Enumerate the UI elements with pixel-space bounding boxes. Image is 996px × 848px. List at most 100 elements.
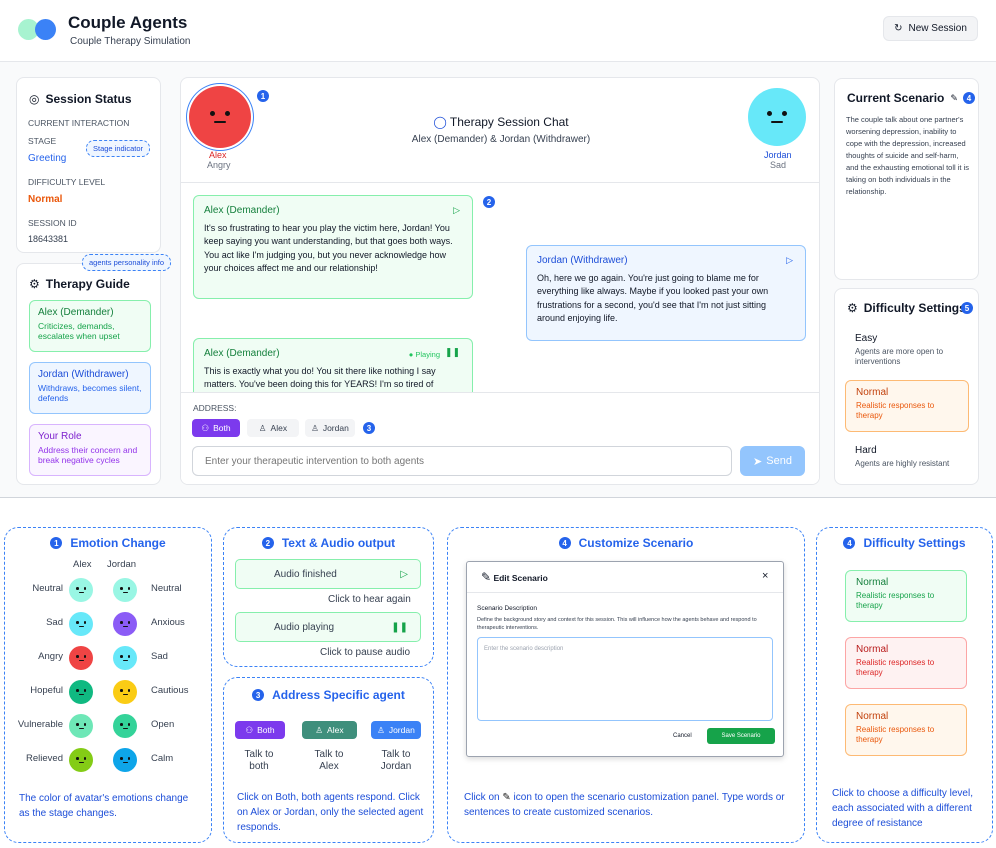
emotion-right-label: Sad (151, 651, 168, 662)
new-session-button[interactable]: ↻ New Session (883, 16, 978, 41)
difficulty-note: Click to choose a difficulty level, each… (832, 788, 973, 829)
desc-label: Scenario Description (477, 605, 537, 612)
address-label: ADDRESS: (193, 403, 237, 413)
col-jordan: Jordan (107, 559, 137, 570)
edit-scenario-modal: ✎ Edit Scenario × Scenario Description D… (466, 561, 784, 757)
edit-icon: ✎ (481, 570, 492, 584)
jordan-name: Jordan (764, 150, 792, 160)
difficulty-label: DIFFICULTY LEVEL (28, 177, 106, 187)
demo-alex-button[interactable]: ♙ Alex (302, 721, 357, 739)
intervention-input[interactable] (192, 446, 732, 476)
stage-value: Greeting (28, 153, 67, 164)
emotion-left-label: Hopeful (30, 685, 63, 696)
modal-title: ✎ Edit Scenario (481, 570, 548, 584)
session-id-label: SESSION ID (28, 218, 77, 228)
text-audio-title: 2 Text & Audio output (224, 536, 433, 550)
app-root: Couple Agents Couple Therapy Simulation … (0, 0, 996, 848)
guide-item-your-role: Your Role Address their concern and break… (29, 424, 151, 476)
customize-title: 4 Customize Scenario (448, 536, 804, 550)
emotion-avatar-alex (69, 680, 93, 704)
demo-diff-1[interactable]: Normal Realistic responses to therapy (845, 570, 967, 622)
chat-title: ◯ Therapy Session Chat (433, 115, 569, 129)
emotion-left-label: Neutral (32, 583, 63, 594)
emotion-left-label: Sad (46, 617, 63, 628)
emotion-avatar-jordan (113, 748, 137, 772)
difficulty-option-normal[interactable]: Normal Realistic responses to therapy (845, 380, 969, 432)
difficulty-card: ⚙ Difficulty Settings 5 Easy Agents are mo… (834, 288, 979, 485)
talk-jordan-caption: Talk to Jordan (380, 749, 412, 772)
personality-info-tip: agents personality info (82, 254, 172, 271)
difficulty-option-easy[interactable]: Easy Agents are more open to intervention… (845, 327, 969, 373)
save-scenario-button[interactable]: Save Scenario (707, 728, 775, 744)
emotion-right-label: Cautious (151, 685, 189, 696)
alex-name: Alex (209, 150, 227, 160)
top-bar: Couple Agents Couple Therapy Simulation … (0, 0, 996, 62)
current-interaction-label: CURRENT INTERACTION (28, 118, 130, 128)
scenario-textarea[interactable]: Enter the scenario description (477, 637, 773, 721)
brain-icon: ◎ (29, 92, 40, 106)
demo-diff-3[interactable]: Normal Realistic responses to therapy (845, 704, 967, 756)
badge-2: 2 (483, 196, 495, 208)
pause-caption: Click to pause audio (320, 647, 411, 658)
play-icon[interactable]: ▷ (453, 204, 460, 218)
audio-finished-row[interactable]: Audio finished ▷ (235, 559, 421, 589)
demo-both-button[interactable]: ⚇ Both (235, 721, 285, 739)
emotion-avatar-jordan (113, 680, 137, 704)
session-status-title: ◎ Session Status (29, 92, 132, 106)
address-alex-button[interactable]: ♙ Alex (247, 419, 299, 437)
alex-emotion: Angry (207, 160, 231, 170)
difficulty-panel-title: 4 Difficulty Settings (817, 536, 992, 550)
play-icon[interactable]: ▷ (786, 254, 793, 268)
badge-4: 4 (963, 92, 975, 104)
badge-3: 3 (363, 422, 375, 434)
emotion-avatar-jordan (113, 578, 137, 602)
jordan-avatar (748, 88, 806, 146)
emotion-left-label: Angry (38, 651, 63, 662)
emotion-note: The color of avatar's emotions change as… (19, 793, 189, 819)
address-both-button[interactable]: ⚇ Both (192, 419, 240, 437)
address-panel: 3 Address Specific agent ⚇ Both ♙ Alex ♙ Jor… (223, 677, 434, 843)
badge-5: 5 (961, 302, 973, 314)
play-icon: ▷ (400, 568, 408, 580)
address-title: 3 Address Specific agent (224, 688, 433, 702)
emotion-avatar-jordan (113, 714, 137, 738)
emotion-left-label: Relieved (26, 753, 63, 764)
pause-icon[interactable]: ❚❚ (445, 346, 460, 360)
app-subtitle: Couple Therapy Simulation (70, 36, 191, 47)
emotion-right-label: Calm (151, 753, 174, 764)
audio-playing-row[interactable]: Audio playing ❚❚ (235, 612, 421, 642)
demo-jordan-button[interactable]: ♙ Jordan (371, 721, 421, 739)
talk-alex-caption: Talk to Alex (314, 749, 344, 772)
emotion-avatar-alex (69, 748, 93, 772)
send-button[interactable]: ➤ Send (740, 446, 805, 476)
difficulty-panel: 4 Difficulty Settings Normal Realistic res… (816, 527, 993, 843)
cancel-button[interactable]: Cancel (673, 733, 692, 739)
customize-panel: 4 Customize Scenario ✎ Edit Scenario × Sc… (447, 527, 805, 843)
users-icon: ⚇ (201, 422, 210, 433)
user-icon: ♙ (311, 422, 319, 433)
demo-diff-2[interactable]: Normal Realistic responses to therapy (845, 637, 967, 689)
close-icon[interactable]: × (762, 570, 768, 582)
pause-icon: ❚❚ (391, 621, 408, 633)
customize-note: Click on ✎ icon to open the scenario cus… (464, 792, 785, 818)
refresh-icon: ↻ (894, 23, 903, 34)
emotion-right-label: Neutral (151, 583, 182, 594)
current-scenario-card: Current Scenario ✎ 4 The couple talk abou… (834, 78, 979, 280)
logo (18, 19, 60, 41)
chat-card: Alex Angry 1 ◯ Therapy Session Chat Alex… (180, 77, 820, 485)
hear-again-caption: Click to hear again (328, 594, 411, 605)
text-audio-panel: 2 Text & Audio output Audio finished ▷ Cli… (223, 527, 434, 667)
stage-label: STAGE (28, 136, 57, 146)
emotion-avatar-alex (69, 578, 93, 602)
gear-icon: ⚙ (29, 277, 40, 291)
emotion-avatar-alex (69, 714, 93, 738)
address-jordan-button[interactable]: ♙ Jordan (305, 419, 355, 437)
difficulty-option-hard[interactable]: Hard Agents are highly resistant (845, 439, 969, 479)
emotion-avatar-jordan (113, 612, 137, 636)
talk-both-caption: Talk to both (244, 749, 274, 772)
difficulty-value: Normal (28, 194, 63, 205)
scenario-text: The couple talk about one partner's wors… (846, 115, 969, 196)
therapy-guide-card: ⚙ Therapy Guide Alex (Demander) Criticizes… (16, 263, 161, 485)
edit-icon[interactable]: ✎ (950, 93, 958, 104)
emotion-right-label: Anxious (151, 617, 185, 628)
